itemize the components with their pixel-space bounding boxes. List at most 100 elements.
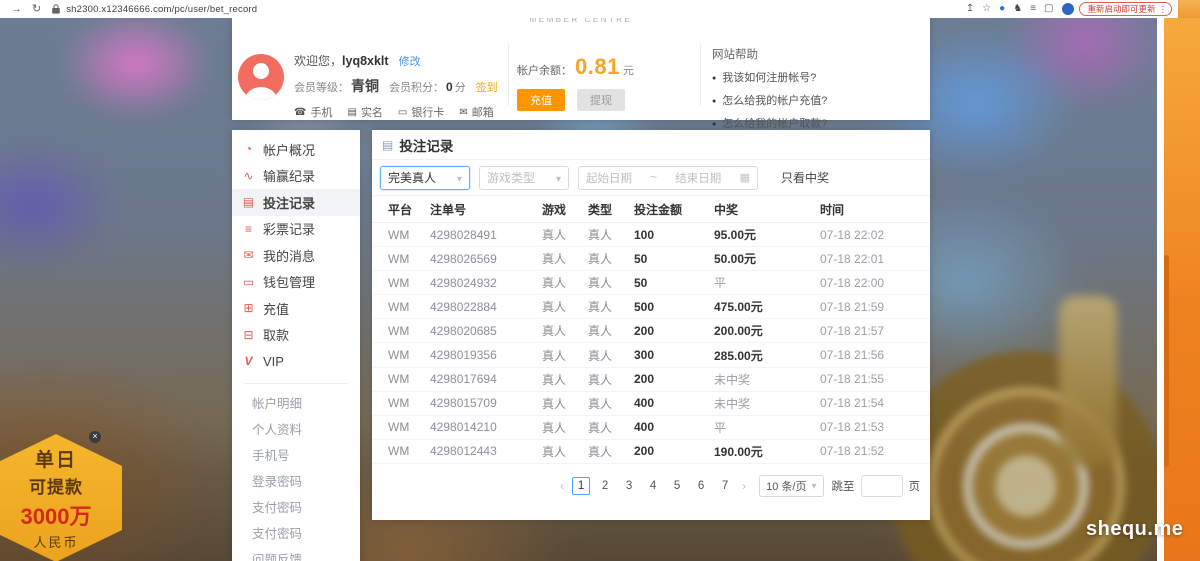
sidebar-item[interactable]: ✉ 我的消息 [232,242,360,269]
browser-chrome: sh2300.x12346666.com/pc/user/bet_record … [0,0,1178,18]
balance-section: 帐户余额： 0.81 元 充值 提现 [517,54,634,111]
verify-item[interactable]: ☎ 手机 [294,104,332,120]
sidebar-item-label: VIP [263,354,284,369]
cell-bet-number: 4298015709 [430,396,542,410]
verify-item-label: 实名 [361,104,383,120]
help-link[interactable]: 我该如何注册帐号? [712,69,827,85]
extension-dot-icon[interactable]: ● [999,0,1005,18]
sidebar-item[interactable]: ≡ 彩票记录 [232,216,360,243]
reload-icon[interactable] [32,0,41,18]
cell-bet-number: 4298014210 [430,420,542,434]
sidebar-secondary-menu: 帐户明细 个人资料 手机号 登录密码 支付密码 支付密码 问题反馈 [232,390,360,561]
profile-avatar[interactable] [1062,3,1074,15]
modify-link[interactable]: 修改 [399,53,421,69]
start-date-placeholder: 起始日期 [586,170,632,186]
table-row: WM 4298028491 真人 真人 100 95.00元 07-18 22:… [372,223,930,247]
promo-line-3: 3000万 [21,499,92,531]
cell-amount: 400 [634,420,714,434]
only-win-filter[interactable]: 只看中奖 [781,169,829,186]
page-size-value: 10 条/页 [766,478,806,494]
cell-platform: WM [388,324,430,338]
chart-icon: ∿ [241,169,256,183]
tab-icon[interactable]: ▢ [1044,0,1053,18]
extension-icon[interactable]: ♞ [1013,0,1022,18]
sidebar-secondary-item[interactable]: 问题反馈 [232,546,360,561]
table-header-cell: 投注金额 [634,201,714,218]
table-row: WM 4298014210 真人 真人 400 平 07-18 21:53 [372,416,930,440]
reading-list-icon[interactable]: ≡ [1030,0,1036,18]
update-button[interactable]: 重新启动即可更新 [1079,2,1172,16]
help-link[interactable]: 怎么给我的帐户取款? [712,115,827,131]
sidebar-secondary-item[interactable]: 支付密码 [232,494,360,520]
sidebar-item[interactable]: V VIP [232,348,360,375]
cell-win: 未中奖 [714,395,820,412]
document-icon: ▤ [241,195,256,209]
page-number[interactable]: 7 [716,477,734,495]
background-window-strip-top [1178,0,1200,18]
cell-time: 07-18 22:01 [820,252,930,266]
cell-bet-number: 4298028491 [430,228,542,242]
help-link-label: 怎么给我的帐户取款? [722,115,827,131]
page-number[interactable]: 2 [596,477,614,495]
page-number[interactable]: 5 [668,477,686,495]
more-vert-icon[interactable] [1156,4,1168,15]
sidebar-item[interactable]: ⊞ 充值 [232,295,360,322]
sidebar-secondary-item[interactable]: 帐户明细 [232,390,360,416]
next-page-icon[interactable] [742,479,746,493]
background-window-strip [1164,18,1200,561]
recharge-button[interactable]: 充值 [517,89,565,111]
forward-icon[interactable] [11,0,22,18]
help-link[interactable]: 怎么给我的帐户充值? [712,92,827,108]
share-icon[interactable]: ↥ [966,0,974,18]
sidebar-item[interactable]: ⊟ 取款 [232,322,360,349]
caret-down-icon [556,171,561,185]
sidebar-item[interactable]: ▤ 投注记录 [232,189,360,216]
close-icon[interactable] [89,431,101,443]
sidebar-item[interactable]: ∿ 输赢纪录 [232,163,360,190]
help-link-label: 怎么给我的帐户充值? [722,92,827,108]
cell-platform: WM [388,300,430,314]
cell-type: 真人 [588,347,634,364]
verify-item[interactable]: ▭ 银行卡 [398,104,444,120]
clock-icon: ◔ [241,142,256,156]
cell-type: 真人 [588,322,634,339]
page-number[interactable]: 1 [572,477,590,495]
withdraw-icon: ⊟ [241,328,256,342]
address-bar[interactable]: sh2300.x12346666.com/pc/user/bet_record [66,4,257,15]
game-type-select[interactable]: 游戏类型 [479,166,569,190]
cell-amount: 50 [634,252,714,266]
sidebar-item[interactable]: ▭ 钱包管理 [232,269,360,296]
panel-header: 投注记录 [372,130,930,160]
verify-item-label: 邮箱 [472,104,494,120]
signin-link[interactable]: 签到 [476,79,498,95]
panel-divider [700,44,701,106]
sidebar-secondary-item[interactable]: 个人资料 [232,416,360,442]
calendar-icon [740,171,750,184]
verify-item[interactable]: ✉ 邮箱 [459,104,493,120]
verify-item[interactable]: ▤ 实名 [347,104,382,120]
withdraw-button[interactable]: 提现 [577,89,625,111]
sidebar-secondary-item[interactable]: 支付密码 [232,520,360,546]
username: lyq8xklt [342,54,389,68]
list-icon: ≡ [241,222,256,236]
idcard-icon: ▤ [347,107,356,118]
page-number[interactable]: 6 [692,477,710,495]
page-number[interactable]: 3 [620,477,638,495]
page-number[interactable]: 4 [644,477,662,495]
platform-select[interactable]: 完美真人 [380,166,470,190]
page-size-select[interactable]: 10 条/页 [759,475,823,497]
prev-page-icon[interactable] [560,479,564,493]
sidebar-item[interactable]: ◔ 帐户概况 [232,136,360,163]
sidebar-secondary-item[interactable]: 手机号 [232,442,360,468]
sidebar-secondary-item[interactable]: 登录密码 [232,468,360,494]
scrollbar-thumb[interactable] [1164,255,1169,467]
table-header-cell: 类型 [588,201,634,218]
avatar[interactable] [238,54,284,100]
star-icon[interactable]: ☆ [982,0,991,18]
mail-icon: ✉ [459,107,467,118]
sidebar: ◔ 帐户概况 ∿ 输赢纪录 ▤ 投注记录 ≡ 彩票记录 [232,130,360,561]
jump-page-input[interactable] [861,475,903,497]
cell-bet-number: 4298026569 [430,252,542,266]
date-range-picker[interactable]: 起始日期 ~ 结束日期 [578,166,758,190]
help-items: 我该如何注册帐号? 怎么给我的帐户充值? 怎么给我的帐户取款? [712,69,827,131]
